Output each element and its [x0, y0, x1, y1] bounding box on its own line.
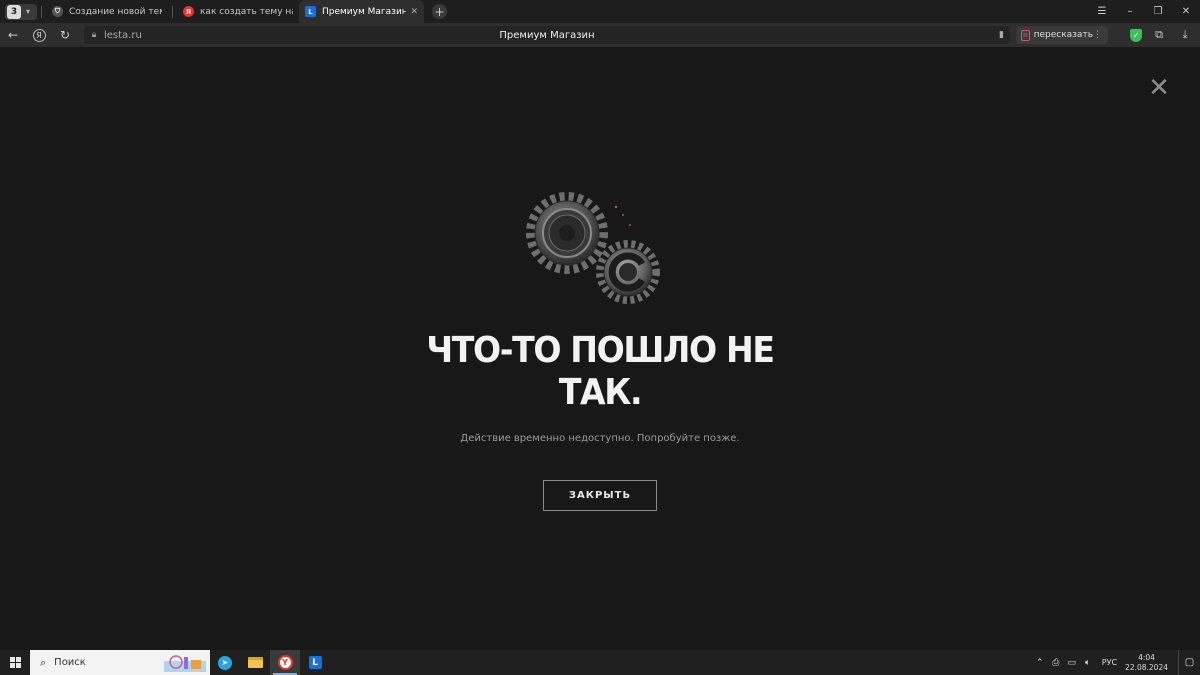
close-window-icon[interactable]: ✕ — [1172, 6, 1200, 17]
page-content: ✕ ЧТО-ТО ПОШЛО НЕ ТАК. Действие временно… — [0, 47, 1200, 650]
network-icon[interactable]: ⎙ — [1049, 658, 1063, 668]
lesta-icon: L — [308, 656, 322, 669]
close-button[interactable]: ЗАКРЫТЬ — [543, 480, 657, 511]
search-placeholder: Поиск — [54, 657, 86, 668]
yandex-browser-icon: Y — [277, 655, 293, 670]
tab-label: Премиум Магазин — [322, 6, 407, 17]
notification-icon[interactable]: ▢ — [1178, 650, 1200, 675]
menu-icon[interactable]: ☰ — [1088, 6, 1116, 17]
shield-favicon-icon: ⛉ — [52, 6, 63, 17]
language-indicator[interactable]: РУС — [1102, 658, 1117, 667]
browser-tab-bar: 3 ▾ ⛉ Создание новой темы - О Я как созд… — [0, 0, 1200, 23]
address-bar[interactable]: 🔒︎ lesta.ru Премиум Магазин ▮ — [84, 26, 1010, 44]
close-overlay-icon[interactable]: ✕ — [1148, 75, 1170, 101]
chevron-down-icon: ▾ — [25, 7, 30, 16]
retell-icon: ≡ — [1021, 29, 1030, 41]
tab-search[interactable]: Я как создать тему на фору — [177, 0, 299, 23]
clock-time: 4:04 — [1138, 652, 1155, 662]
telegram-icon: ➤ — [218, 655, 232, 670]
retell-label: пересказать — [1033, 30, 1093, 40]
error-title: ЧТО-ТО ПОШЛО НЕ ТАК. — [426, 330, 775, 413]
yandex-favicon-icon: Я — [183, 6, 194, 17]
lesta-favicon-icon: L — [305, 6, 316, 17]
bookmark-icon[interactable]: ▮ — [999, 30, 1004, 40]
yandex-browser-taskbar-button[interactable]: Y — [270, 650, 300, 675]
explorer-taskbar-button[interactable] — [240, 650, 270, 675]
reload-button[interactable]: ↻ — [52, 23, 78, 47]
tab-count: 3 — [7, 4, 21, 19]
toolbar-right: ✓ ⧉ ⤓ — [1130, 23, 1194, 47]
start-button[interactable] — [0, 650, 30, 675]
protect-shield-icon[interactable]: ✓ — [1130, 28, 1142, 42]
clock[interactable]: 4:04 22.08.2024 — [1125, 653, 1168, 673]
download-icon[interactable]: ⤓ — [1176, 28, 1194, 42]
lock-icon: 🔒︎ — [91, 30, 97, 40]
yandex-button[interactable]: Я — [26, 23, 52, 47]
minimize-icon[interactable]: – — [1116, 6, 1144, 17]
reload-icon: ↻ — [59, 28, 71, 42]
volume-icon[interactable]: 🔈︎ — [1081, 658, 1095, 668]
address-page-title: Премиум Магазин — [499, 29, 595, 41]
new-tab-button[interactable]: + — [432, 4, 447, 19]
tab-create-topic[interactable]: ⛉ Создание новой темы - О — [46, 0, 168, 23]
extensions-icon[interactable]: ⧉ — [1150, 28, 1168, 42]
windows-logo-icon — [9, 657, 21, 668]
restore-icon[interactable]: ❐ — [1144, 6, 1172, 17]
search-highlight-art-icon — [164, 655, 206, 672]
tab-label: Создание новой темы - О — [69, 6, 162, 17]
browser-toolbar: ← Я ↻ 🔒︎ lesta.ru Премиум Магазин ▮ ≡ пе… — [0, 23, 1200, 47]
tab-counter[interactable]: 3 ▾ — [5, 3, 37, 20]
lesta-taskbar-button[interactable]: L — [300, 650, 330, 675]
search-icon: ⌕ — [40, 655, 47, 669]
taskbar-search[interactable]: ⌕ Поиск — [30, 650, 210, 675]
system-tray: ⌃ ⎙ ▭ 🔈︎ РУС 4:04 22.08.2024 ▢ — [1032, 650, 1200, 675]
folder-icon — [247, 657, 263, 668]
windows-taskbar: ⌕ Поиск ➤ Y L ⌃ ⎙ ▭ 🔈︎ РУС 4:04 22.08.20… — [0, 650, 1200, 675]
chevron-up-icon[interactable]: ⌃ — [1033, 658, 1047, 668]
tab-separator — [172, 5, 173, 18]
arrow-left-icon: ← — [7, 28, 19, 42]
close-tab-icon[interactable]: ✕ — [406, 7, 418, 17]
back-button[interactable]: ← — [0, 23, 26, 47]
telegram-taskbar-button[interactable]: ➤ — [210, 650, 240, 675]
tab-premium-shop[interactable]: L Премиум Магазин ✕ — [299, 0, 424, 23]
error-message: Действие временно недоступно. Попробуйте… — [460, 433, 740, 444]
yandex-icon: Я — [32, 28, 46, 42]
window-controls: ☰ – ❐ ✕ — [1088, 0, 1200, 23]
tab-separator — [41, 5, 42, 18]
gears-illustration-icon — [526, 192, 660, 304]
monitor-icon[interactable]: ▭ — [1065, 658, 1079, 668]
more-vertical-icon[interactable]: ⋮ — [1093, 30, 1102, 40]
retell-button[interactable]: ≡ пересказать ⋮ — [1016, 26, 1108, 44]
url-domain: lesta.ru — [104, 29, 142, 41]
clock-date: 22.08.2024 — [1125, 662, 1168, 672]
tab-label: как создать тему на фору — [200, 6, 293, 17]
